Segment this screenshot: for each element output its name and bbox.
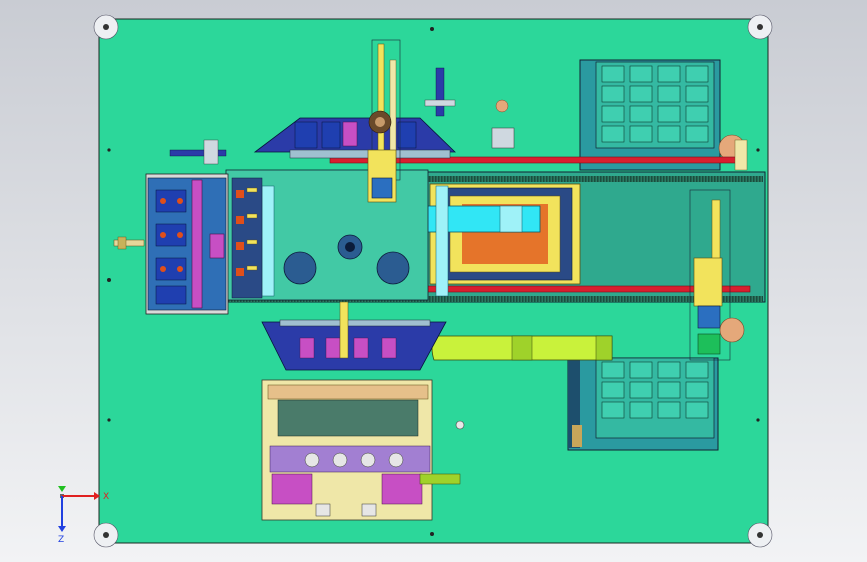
- cad-viewport[interactable]: X Z: [0, 0, 867, 562]
- axis-x-label: X: [103, 492, 109, 502]
- tray-stack-bottom: [567, 357, 719, 451]
- cad-drawing[interactable]: X Z: [0, 0, 867, 562]
- left-feeder-module: [145, 173, 263, 315]
- lower-fixture: [261, 379, 461, 521]
- axis-z-label: Z: [58, 535, 64, 545]
- tray-stack-top: [579, 59, 746, 171]
- bottom-conveyor: [431, 335, 613, 361]
